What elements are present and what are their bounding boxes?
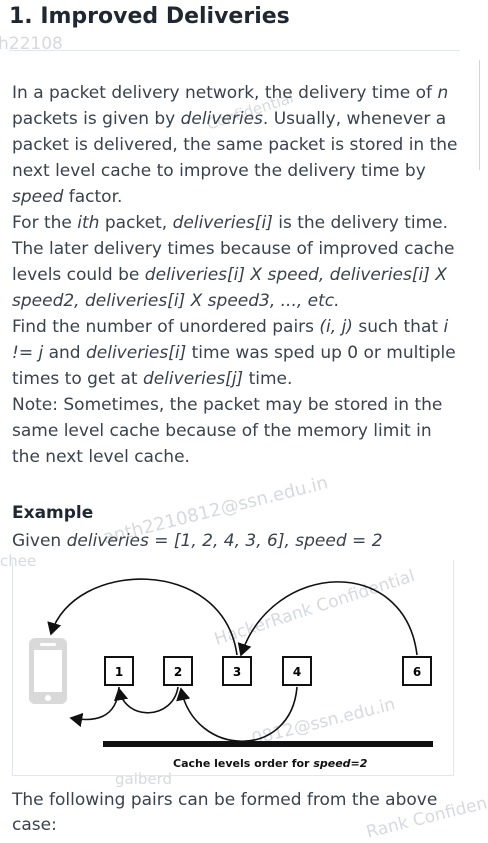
cache-diagram: 1 2 3 4 6 [29,578,433,747]
example-figure: 1 2 3 4 6 Cache levels order for speed=2 [12,560,454,776]
box-3: 3 [222,656,252,686]
svg-text:3: 3 [233,665,241,679]
box-4: 4 [282,656,312,686]
svg-text:6: 6 [413,665,421,679]
paragraph-note: Note: Sometimes, the packet may be store… [12,395,443,467]
scrollbar[interactable] [479,60,488,170]
following-text: The following pairs can be formed from t… [12,790,438,835]
cache-level-bar [103,741,433,747]
problem-description: In a packet delivery network, the delive… [12,80,464,470]
paragraph-task: Find the number of unordered pairs (i, j… [12,317,456,389]
svg-text:4: 4 [293,665,301,679]
box-2: 2 [163,656,193,686]
svg-text:1: 1 [115,665,123,679]
example-given: Given deliveries = [1, 2, 4, 3, 6], spee… [12,531,383,551]
example-heading: Example [12,503,94,523]
svg-text:2: 2 [174,665,182,679]
arrow-4-to-2 [176,686,298,743]
arrow-1-to-device [69,686,120,728]
box-1: 1 [104,656,134,686]
paragraph-intro: In a packet delivery network, the delive… [12,83,458,207]
arrow-6-to-3 [237,581,418,657]
watermark: h22108 [0,34,63,54]
title-divider [9,50,460,51]
phone-icon [29,638,67,704]
box-6: 6 [402,656,432,686]
problem-title: 1. Improved Deliveries [9,4,290,29]
arrow-2-to-1 [113,686,179,714]
arrow-3-to-device [47,578,238,656]
figure-caption: Cache levels order for speed=2 [173,757,368,770]
paragraph-definition: For the ith packet, deliveries[i] is the… [12,213,455,311]
